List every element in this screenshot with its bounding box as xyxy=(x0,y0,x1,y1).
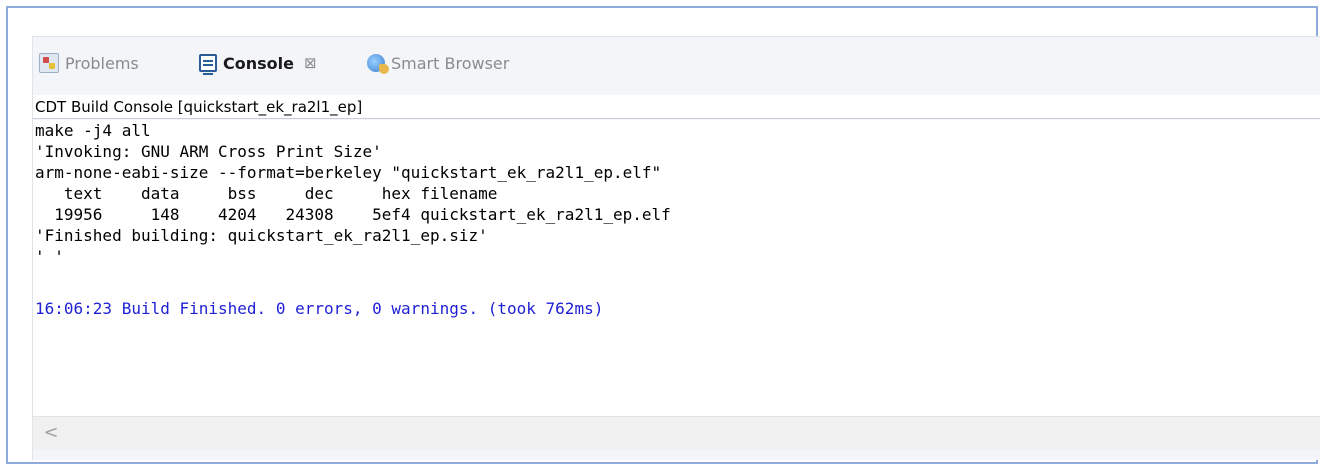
tab-console[interactable]: Console ⊠ xyxy=(199,49,317,77)
console-line: make -j4 all xyxy=(35,121,151,140)
scroll-left-icon[interactable]: < xyxy=(41,423,61,443)
console-icon xyxy=(199,54,217,75)
view-tab-bar: Problems Console ⊠ Smart Browser xyxy=(33,37,1320,89)
problems-icon xyxy=(39,53,59,73)
console-title: CDT Build Console [quickstart_ek_ra2l1_e… xyxy=(33,95,1320,119)
console-line: 'Finished building: quickstart_ek_ra2l1_… xyxy=(35,226,488,245)
close-icon[interactable]: ⊠ xyxy=(304,54,317,72)
console-output[interactable]: make -j4 all 'Invoking: GNU ARM Cross Pr… xyxy=(33,120,1320,416)
console-line: 'Invoking: GNU ARM Cross Print Size' xyxy=(35,142,382,161)
console-line: arm-none-eabi-size --format=berkeley "qu… xyxy=(35,163,662,182)
console-view-panel: Problems Console ⊠ Smart Browser CDT Bui… xyxy=(32,36,1320,460)
globe-icon xyxy=(367,54,389,74)
screenshot-frame: Problems Console ⊠ Smart Browser CDT Bui… xyxy=(6,6,1320,464)
tab-smart-browser[interactable]: Smart Browser xyxy=(367,49,509,77)
console-line: 19956 148 4204 24308 5ef4 quickstart_ek_… xyxy=(35,205,671,224)
console-line: ' ' xyxy=(35,247,64,266)
tab-console-label: Console xyxy=(223,53,294,73)
tab-problems[interactable]: Problems xyxy=(39,49,139,77)
tab-problems-label: Problems xyxy=(65,53,139,73)
horizontal-scrollbar[interactable]: < xyxy=(33,416,1320,450)
tab-smart-browser-label: Smart Browser xyxy=(391,53,510,73)
build-status-line: 16:06:23 Build Finished. 0 errors, 0 war… xyxy=(35,299,604,318)
console-line: text data bss dec hex filename xyxy=(35,184,498,203)
